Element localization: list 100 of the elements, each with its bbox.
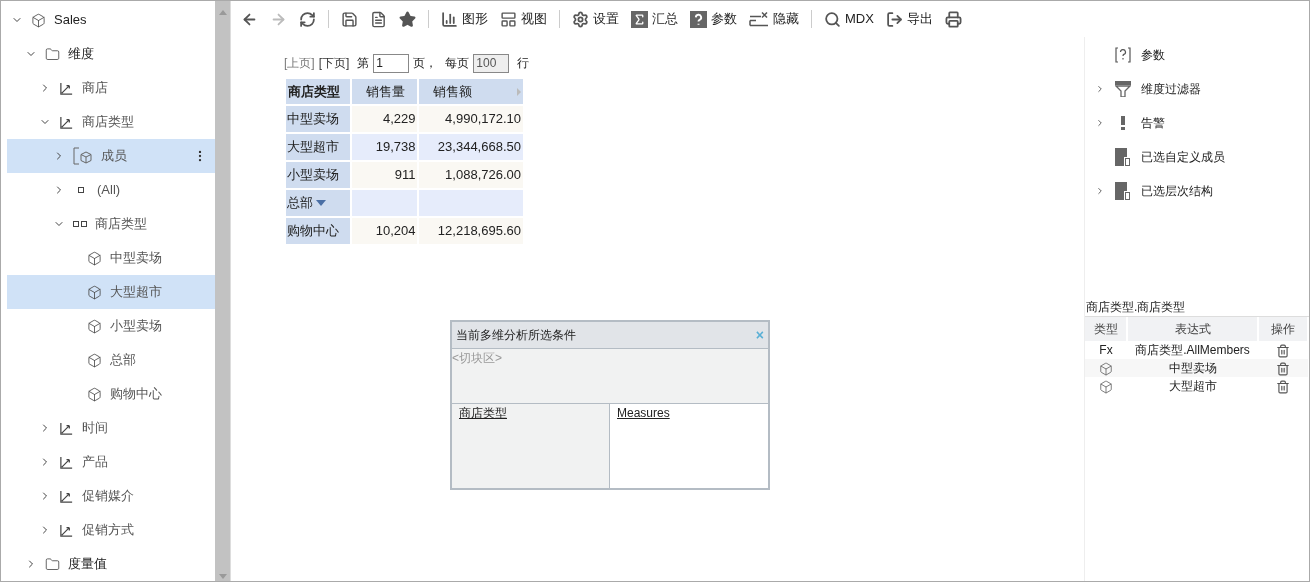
table-cell: 商店类型.AllMembers <box>1127 341 1258 359</box>
refresh-icon <box>299 10 316 28</box>
column-header: 操作 <box>1258 317 1308 341</box>
question-icon <box>690 10 707 28</box>
tree-item[interactable]: 中型卖场 <box>7 241 215 275</box>
tree-item[interactable]: 时间 <box>7 411 215 445</box>
tree-item[interactable]: 商店类型 <box>7 207 215 241</box>
column-header[interactable]: 销售额 <box>418 78 524 105</box>
per-page-field[interactable]: 100 <box>473 53 510 73</box>
row-header[interactable]: 总部 <box>285 189 351 217</box>
tree-label: 时间 <box>82 419 108 438</box>
panel-item[interactable]: 已选自定义成员 <box>1085 140 1309 174</box>
column-header: 类型 <box>1085 317 1127 341</box>
tree-item[interactable]: 促销方式 <box>7 513 215 547</box>
table-cell: 23,344,668.50 <box>418 133 524 161</box>
page-label: 第 <box>357 55 370 72</box>
folder-icon <box>45 556 60 572</box>
next-page-link[interactable]: [下页] <box>318 54 350 72</box>
tree-label: 总部 <box>110 351 136 370</box>
print-icon <box>944 10 962 28</box>
export-icon <box>885 10 903 28</box>
delete-icon[interactable] <box>1276 343 1290 358</box>
toolbar-button[interactable]: 导出 <box>885 9 933 29</box>
tree-label: 度量值 <box>68 555 107 574</box>
tree-label: 商店类型 <box>82 113 134 132</box>
tree-item[interactable]: 大型超市 <box>7 275 215 309</box>
dialog-title: 当前多维分析所选条件 <box>456 327 576 344</box>
slicer-label: <切块区> <box>452 351 502 365</box>
search-icon <box>824 10 841 28</box>
column-header[interactable]: 商店类型 <box>285 78 351 105</box>
panel-item[interactable]: 告警 <box>1085 106 1309 140</box>
toolbar-button[interactable] <box>399 10 416 28</box>
tree-item[interactable]: 总部 <box>7 343 215 377</box>
toolbar-button[interactable] <box>370 10 387 28</box>
tree-label: 维度 <box>68 45 94 64</box>
chevron-right-icon[interactable] <box>1095 186 1105 196</box>
tree-item[interactable]: 成员 <box>7 139 215 173</box>
delete-icon[interactable] <box>1276 379 1290 394</box>
tree-item[interactable]: 度量值 <box>7 547 215 581</box>
rows-link[interactable]: 商店类型 <box>459 406 507 420</box>
page-label: 页， <box>413 55 438 72</box>
page-field[interactable]: 1 <box>373 53 410 73</box>
toolbar-button[interactable]: 参数 <box>690 9 737 29</box>
formula-label: Fx <box>1099 343 1113 357</box>
table-cell: 19,738 <box>351 133 419 161</box>
tree-item[interactable]: 购物中心 <box>7 377 215 411</box>
table-cell: 大型超市 <box>1127 377 1258 395</box>
settings-icon <box>572 10 589 28</box>
document-icon <box>1115 182 1131 200</box>
columns-link[interactable]: Measures <box>617 406 670 420</box>
cube-icon <box>87 250 102 266</box>
chevron-right-icon[interactable] <box>1095 118 1105 128</box>
tree-label: Sales <box>54 11 87 30</box>
toolbar-button[interactable]: 隐藏 <box>749 9 799 29</box>
tree-item[interactable]: 小型卖场 <box>7 309 215 343</box>
tree-item[interactable]: Sales <box>7 3 215 37</box>
panel-item[interactable]: 已选层次结构 <box>1085 174 1309 208</box>
row-header[interactable]: 中型卖场 <box>285 105 351 133</box>
table-cell: 10,204 <box>351 217 419 245</box>
tree-label: 大型超市 <box>110 283 162 302</box>
delete-icon[interactable] <box>1276 361 1290 376</box>
panel-item[interactable]: 维度过滤器 <box>1085 72 1309 106</box>
toolbar-button[interactable] <box>341 10 358 28</box>
axis-icon <box>59 80 74 96</box>
tree-label: 成员 <box>101 147 127 166</box>
tree-label: 购物中心 <box>110 385 162 404</box>
cube-icon <box>1099 379 1113 394</box>
toolbar-button[interactable]: 视图 <box>500 9 547 29</box>
row-header[interactable]: 大型超市 <box>285 133 351 161</box>
table-cell: 4,229 <box>351 105 419 133</box>
question-bracket-icon <box>1115 47 1131 63</box>
panel-item[interactable]: 参数 <box>1085 38 1309 72</box>
chevron-right-icon[interactable] <box>1095 84 1105 94</box>
toolbar-button[interactable] <box>944 10 962 28</box>
row-header[interactable]: 小型卖场 <box>285 161 351 189</box>
column-header[interactable]: 销售量 <box>351 78 419 105</box>
sigma-icon <box>631 10 648 28</box>
axis-icon <box>59 454 74 470</box>
toolbar-button[interactable] <box>299 10 316 28</box>
tree-item[interactable]: 维度 <box>7 37 215 71</box>
tree-item[interactable]: 商店 <box>7 71 215 105</box>
toolbar-button[interactable]: 汇总 <box>631 9 678 29</box>
two-squares-icon <box>73 221 87 227</box>
toolbar-button[interactable]: MDX <box>824 9 874 29</box>
tree-label: 商店类型 <box>95 215 147 234</box>
toolbar-button[interactable]: 设置 <box>572 9 619 29</box>
previous-page-link[interactable]: [上页] <box>284 54 315 72</box>
tree-item[interactable]: (All) <box>7 173 215 207</box>
tree-item[interactable]: 商店类型 <box>7 105 215 139</box>
tree-item[interactable]: 促销媒介 <box>7 479 215 513</box>
toolbar-button[interactable]: 图形 <box>441 9 488 29</box>
tree-label: 促销媒介 <box>82 487 134 506</box>
tree-item[interactable]: 产品 <box>7 445 215 479</box>
hide-icon <box>749 10 769 28</box>
per-page-label: 每页 <box>445 55 470 72</box>
filter-icon <box>1115 81 1131 97</box>
row-header[interactable]: 购物中心 <box>285 217 351 245</box>
scrollbar[interactable] <box>215 1 230 581</box>
dropdown-icon[interactable] <box>316 200 326 206</box>
tree-label: (All) <box>97 181 121 200</box>
